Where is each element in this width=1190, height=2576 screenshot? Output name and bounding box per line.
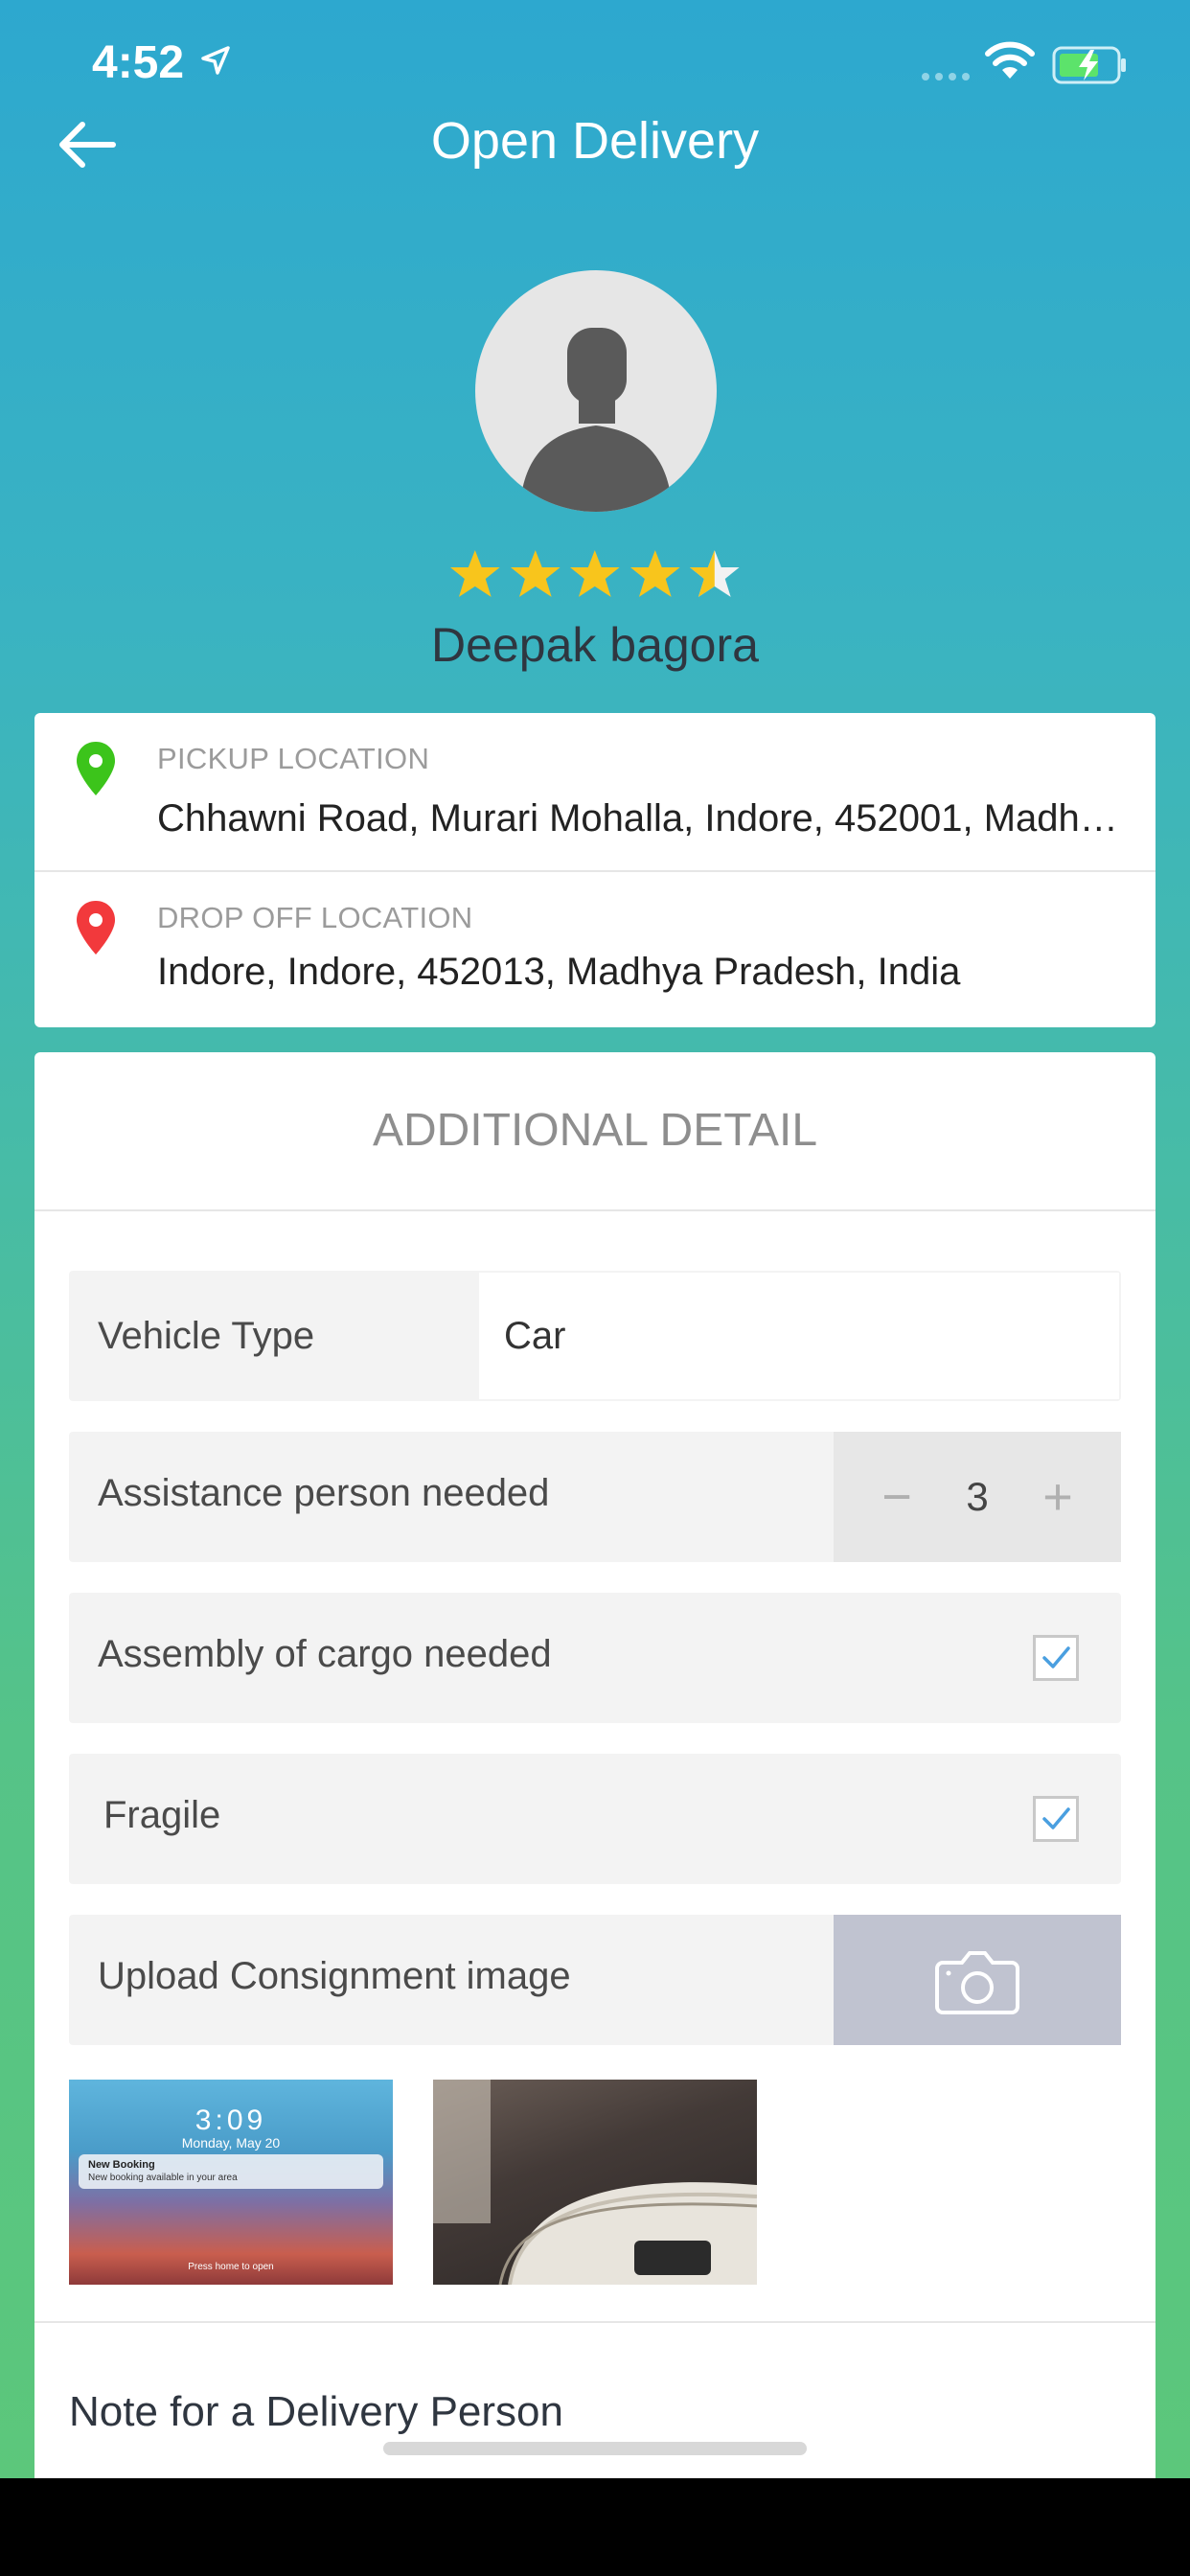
rating-stars (446, 546, 744, 604)
lockscreen-date: Monday, May 20 (181, 2135, 281, 2150)
assistance-count: 3 (966, 1474, 989, 1519)
vehicle-type-row: Vehicle Type Car (69, 1271, 1121, 1401)
dropoff-label: DROP OFF LOCATION (157, 901, 473, 934)
photo-content (433, 2080, 757, 2285)
assembly-label: Assembly of cargo needed (98, 1633, 552, 1675)
additional-detail-card: ADDITIONAL DETAIL Vehicle Type Car Assis… (34, 1052, 1156, 2478)
person-silhouette-icon (519, 328, 673, 512)
checkmark-icon (1042, 1646, 1070, 1668)
checkmark-icon (1042, 1807, 1070, 1829)
consignment-image-thumbnail[interactable]: 3:09 Monday, May 20 New Booking New book… (69, 2080, 393, 2285)
page-title: Open Delivery (430, 112, 760, 170)
star-icon (510, 550, 561, 597)
notification-text: New booking available in your area (88, 2173, 238, 2183)
user-name: Deepak bagora (431, 618, 759, 672)
battery-charging-icon (1052, 46, 1126, 84)
vehicle-type-field[interactable]: Car (479, 1273, 1119, 1399)
dropoff-location-row[interactable]: DROP OFF LOCATION Indore, Indore, 452013… (34, 872, 1156, 1027)
signal-icon (922, 73, 970, 80)
star-icon (449, 550, 500, 597)
fragile-label: Fragile (103, 1794, 221, 1836)
vehicle-type-value: Car (504, 1315, 566, 1357)
location-arrow-icon (201, 46, 230, 75)
upload-image-button[interactable] (834, 1915, 1121, 2045)
dropoff-pin-icon (77, 901, 115, 954)
pickup-label: PICKUP LOCATION (157, 742, 430, 775)
divider (34, 2321, 1156, 2323)
assembly-checkbox[interactable] (1033, 1635, 1079, 1681)
location-card: PICKUP LOCATION Chhawni Road, Murari Moh… (34, 713, 1156, 1027)
avatar (475, 270, 717, 512)
half-star-icon (690, 550, 740, 597)
divider (34, 1209, 1156, 1211)
camera-icon (935, 1951, 1019, 2014)
screen: 4:52 Open Delivery Deepak bagora PICKUP … (0, 0, 1190, 2478)
note-label: Note for a Delivery Person (69, 2388, 563, 2435)
increment-button[interactable]: + (1019, 1432, 1096, 1562)
notification-card: New Booking New booking available in you… (79, 2154, 383, 2189)
pickup-location-row[interactable]: PICKUP LOCATION Chhawni Road, Murari Moh… (34, 713, 1156, 870)
star-icon (629, 550, 680, 597)
lockscreen-hint: Press home to open (188, 2262, 274, 2272)
assistance-stepper: − 3 + (834, 1432, 1121, 1562)
assistance-row: Assistance person needed − 3 + (69, 1432, 1121, 1562)
status-time: 4:52 (92, 37, 185, 88)
decrement-button[interactable]: − (858, 1432, 935, 1562)
vehicle-type-label: Vehicle Type (98, 1315, 315, 1357)
upload-row: Upload Consignment image (69, 1915, 1121, 2045)
section-title: ADDITIONAL DETAIL (372, 1105, 818, 1156)
home-indicator[interactable] (383, 2442, 807, 2455)
lockscreen-time: 3:09 (195, 2104, 267, 2136)
assistance-label: Assistance person needed (98, 1472, 550, 1514)
fragile-row: Fragile (69, 1754, 1121, 1884)
dropoff-address: Indore, Indore, 452013, Madhya Pradesh, … (157, 951, 961, 993)
notification-title: New Booking (88, 2159, 155, 2171)
fragile-checkbox[interactable] (1033, 1796, 1079, 1842)
upload-label: Upload Consignment image (98, 1955, 571, 1997)
pickup-pin-icon (77, 742, 115, 795)
assembly-row: Assembly of cargo needed (69, 1593, 1121, 1723)
wifi-icon (985, 41, 1035, 79)
consignment-image-thumbnail[interactable] (433, 2080, 757, 2285)
star-icon (570, 550, 620, 597)
pickup-address: Chhawni Road, Murari Mohalla, Indore, 45… (157, 797, 1125, 840)
